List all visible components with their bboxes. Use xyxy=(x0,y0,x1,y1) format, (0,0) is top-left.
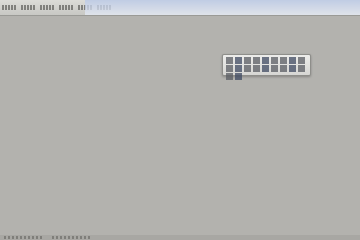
menu-item[interactable] xyxy=(40,5,55,10)
hand-icon[interactable] xyxy=(235,57,242,64)
rectangle-icon[interactable] xyxy=(280,57,287,64)
menu-bar xyxy=(0,0,360,16)
paste-icon[interactable] xyxy=(280,65,287,72)
title-bar xyxy=(85,0,360,15)
pencil-icon[interactable] xyxy=(262,57,269,64)
copy-icon[interactable] xyxy=(271,65,278,72)
redo-icon[interactable] xyxy=(262,65,269,72)
color-picker-icon[interactable] xyxy=(244,65,251,72)
crop-icon[interactable] xyxy=(289,65,296,72)
zoom-out-icon[interactable] xyxy=(253,57,260,64)
cursor-icon[interactable] xyxy=(226,57,233,64)
text-icon[interactable] xyxy=(298,57,305,64)
ellipse-icon[interactable] xyxy=(289,57,296,64)
rotate-icon[interactable] xyxy=(298,65,305,72)
status-segment xyxy=(4,236,44,239)
status-segment xyxy=(52,236,92,239)
grid-icon[interactable] xyxy=(235,73,242,80)
flip-icon[interactable] xyxy=(226,73,233,80)
line-icon[interactable] xyxy=(271,57,278,64)
status-bar xyxy=(0,235,360,240)
fill-icon[interactable] xyxy=(226,65,233,72)
menu-item[interactable] xyxy=(2,5,17,10)
undo-icon[interactable] xyxy=(253,65,260,72)
floating-toolbar xyxy=(222,54,311,80)
menu-item[interactable] xyxy=(21,5,36,10)
menu-item[interactable] xyxy=(59,5,74,10)
eraser-icon[interactable] xyxy=(235,65,242,72)
zoom-in-icon[interactable] xyxy=(244,57,251,64)
